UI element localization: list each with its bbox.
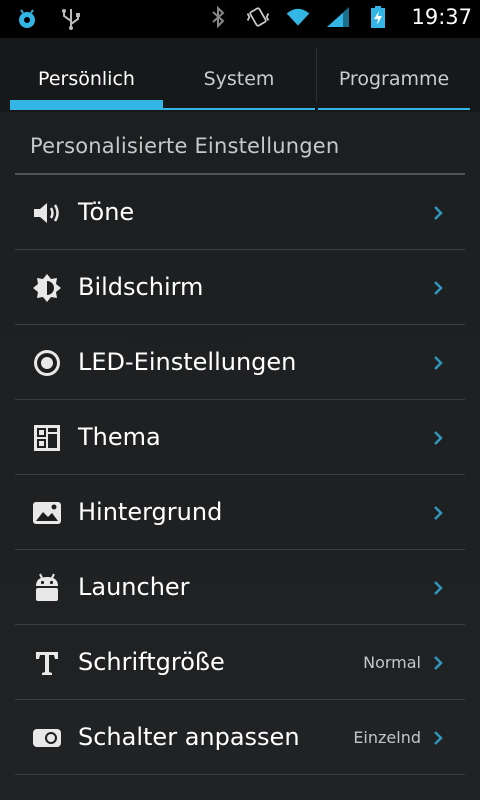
settings-content: Personalisierte Einstellungen Töne Bilds…: [0, 112, 480, 800]
tab-label: Persönlich: [38, 68, 135, 90]
chevron-right-icon: [434, 431, 443, 445]
chevron-right-icon: [434, 581, 443, 595]
battery-charging-icon: [365, 4, 391, 30]
settings-item-bildschirm[interactable]: Bildschirm: [15, 250, 465, 325]
settings-item-label: Hintergrund: [78, 498, 223, 526]
settings-item-led[interactable]: LED-Einstellungen: [15, 325, 465, 400]
wifi-icon: [285, 4, 311, 30]
settings-item-hintergrund[interactable]: Hintergrund: [15, 475, 465, 550]
chevron-right-icon: [434, 206, 443, 220]
settings-list: Töne Bildschirm LED-Einstellungen Thema …: [15, 175, 465, 775]
tab-programme[interactable]: Programme: [318, 48, 470, 110]
chevron-right-icon: [434, 281, 443, 295]
tab-persoenlich[interactable]: Persönlich: [10, 48, 163, 110]
settings-item-schalter[interactable]: Schalter anpassen Einzelnd: [15, 700, 465, 775]
tab-indicator: [10, 100, 163, 110]
brightness-icon: [31, 273, 63, 303]
android-debug-icon: [14, 6, 40, 32]
settings-item-value: Einzelnd: [353, 727, 421, 747]
chevron-right-icon: [434, 506, 443, 520]
tab-system[interactable]: System: [163, 48, 315, 110]
settings-item-label: Schalter anpassen: [78, 723, 300, 751]
settings-item-launcher[interactable]: Launcher: [15, 550, 465, 625]
speaker-icon: [31, 198, 63, 228]
settings-item-toene[interactable]: Töne: [15, 175, 465, 250]
tab-bar: Persönlich System Programme: [0, 38, 480, 113]
settings-item-label: Thema: [78, 423, 161, 451]
settings-item-label: Launcher: [78, 573, 190, 601]
settings-item-thema[interactable]: Thema: [15, 400, 465, 475]
tab-divider: [316, 48, 317, 102]
font-icon: [31, 648, 63, 678]
android-icon: [31, 573, 63, 603]
status-bar: 19:37: [0, 0, 480, 38]
usb-icon: [58, 6, 84, 32]
settings-item-label: Bildschirm: [78, 273, 204, 301]
theme-icon: [31, 423, 63, 453]
clock: 19:37: [411, 5, 472, 29]
settings-item-label: Töne: [78, 198, 135, 226]
tab-indicator: [318, 108, 470, 110]
settings-item-label: LED-Einstellungen: [78, 348, 297, 376]
settings-item-value: Normal: [363, 652, 421, 672]
tab-label: Programme: [338, 68, 450, 90]
signal-icon: [325, 4, 351, 30]
chevron-right-icon: [434, 656, 443, 670]
tab-indicator: [163, 108, 315, 110]
tab-label: System: [203, 68, 275, 90]
toggle-icon: [31, 723, 63, 753]
section-title: Personalisierte Einstellungen: [30, 134, 340, 158]
chevron-right-icon: [434, 731, 443, 745]
bluetooth-icon: [205, 4, 231, 30]
led-icon: [31, 348, 63, 378]
settings-item-schriftgroesse[interactable]: Schriftgröße Normal: [15, 625, 465, 700]
wallpaper-icon: [31, 498, 63, 528]
vibrate-icon: [245, 4, 271, 30]
chevron-right-icon: [434, 356, 443, 370]
settings-item-label: Schriftgröße: [78, 648, 225, 676]
